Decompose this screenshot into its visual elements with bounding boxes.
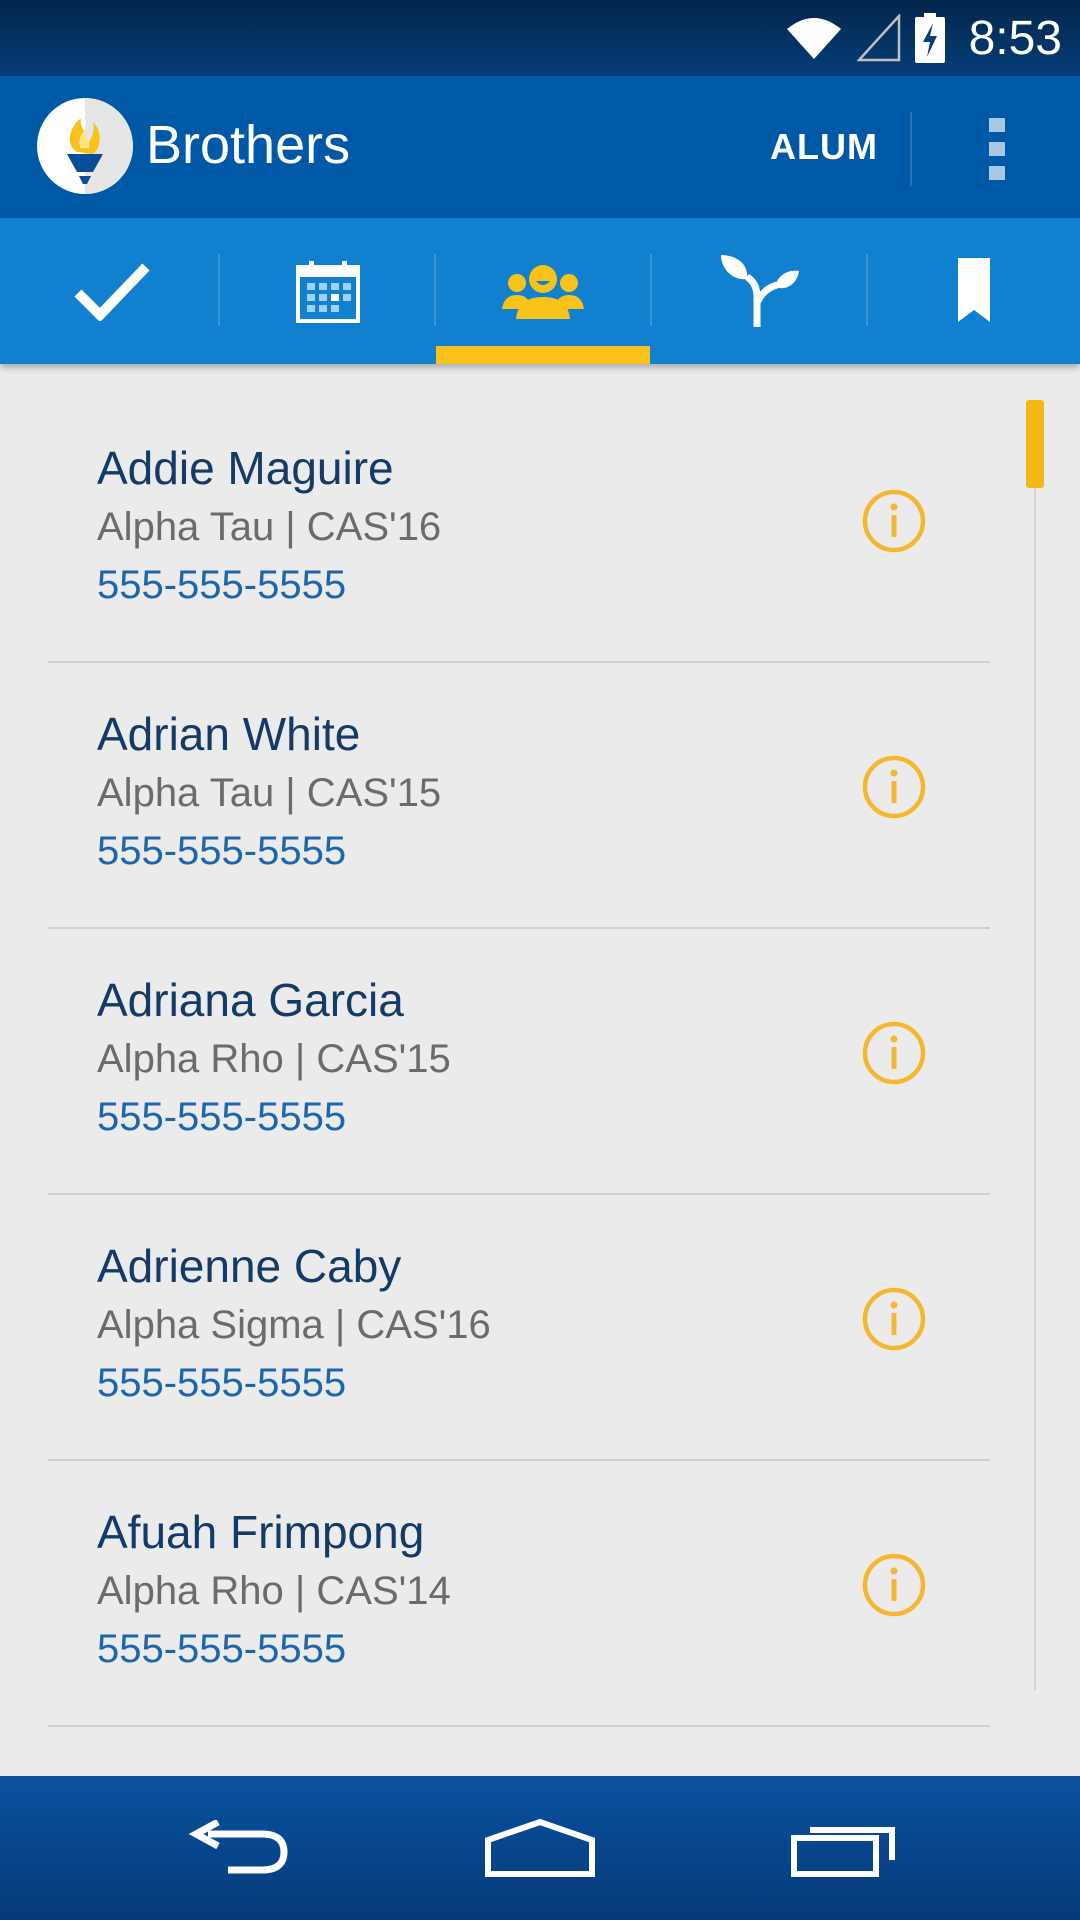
- page-title: Brothers: [146, 115, 351, 175]
- overflow-dot: [989, 142, 1005, 156]
- brother-list-item[interactable]: Adrienne Caby Alpha Sigma | CAS'16 555-555…: [0, 1195, 1030, 1461]
- brother-name: Adrian White: [97, 708, 361, 760]
- info-icon: [862, 755, 926, 819]
- people-icon: [502, 265, 584, 319]
- info-icon: [862, 1021, 926, 1085]
- scrollbar-track: [1034, 400, 1036, 1690]
- clock: 8:53: [968, 11, 1062, 65]
- tab-brothers[interactable]: [436, 218, 650, 364]
- info-button[interactable]: [862, 1021, 926, 1085]
- info-button[interactable]: [862, 489, 926, 553]
- app-bar-divider: [910, 112, 912, 186]
- info-icon: [862, 489, 926, 553]
- info-button[interactable]: [862, 755, 926, 819]
- torch-logo-icon: [67, 98, 133, 194]
- brother-chapter-class: Alpha Tau | CAS'16: [97, 505, 442, 549]
- brother-name: Adriana Garcia: [97, 974, 404, 1026]
- brothers-list: Addie Maguire Alpha Tau | CAS'16 555-555-5…: [0, 397, 1030, 1727]
- brother-name: Addie Maguire: [97, 442, 394, 494]
- brother-list-item[interactable]: Addie Maguire Alpha Tau | CAS'16 555-555-5…: [0, 397, 1030, 663]
- brother-chapter-class: Alpha Tau | CAS'15: [97, 771, 442, 815]
- battery-charging-icon: [914, 13, 945, 63]
- list-divider: [48, 1725, 990, 1727]
- overflow-menu-button[interactable]: [975, 116, 1025, 182]
- brother-phone[interactable]: 555-555-5555: [97, 563, 346, 608]
- tab-tasks[interactable]: [4, 218, 220, 364]
- info-icon: [862, 1553, 926, 1617]
- tab-bar: [0, 218, 1080, 364]
- brother-phone[interactable]: 555-555-5555: [97, 1361, 346, 1406]
- tab-bookmarks[interactable]: [868, 218, 1080, 364]
- brother-phone[interactable]: 555-555-5555: [97, 829, 346, 874]
- sprout-icon: [721, 255, 799, 327]
- app-bar: Brothers ALUM: [0, 76, 1080, 218]
- overflow-dot: [989, 166, 1005, 180]
- brother-list-item[interactable]: Adriana Garcia Alpha Rho | CAS'15 555-555-…: [0, 929, 1030, 1195]
- tab-calendar[interactable]: [220, 218, 436, 364]
- brother-chapter-class: Alpha Sigma | CAS'16: [97, 1303, 491, 1347]
- bookmark-icon: [958, 258, 990, 322]
- brother-list-item[interactable]: Afuah Frimpong Alpha Rho | CAS'14 555-555-…: [0, 1461, 1030, 1727]
- recents-icon: [791, 1827, 895, 1877]
- brother-name: Adrienne Caby: [97, 1240, 402, 1292]
- brother-phone[interactable]: 555-555-5555: [97, 1095, 346, 1140]
- brother-name: Afuah Frimpong: [97, 1506, 425, 1558]
- info-icon: [862, 1287, 926, 1351]
- brother-chapter-class: Alpha Rho | CAS'14: [97, 1569, 451, 1613]
- tab-growth[interactable]: [652, 218, 868, 364]
- cell-signal-icon: [856, 14, 900, 62]
- info-button[interactable]: [862, 1553, 926, 1617]
- overflow-dot: [989, 118, 1005, 132]
- check-icon: [74, 263, 150, 321]
- scrollbar-thumb[interactable]: [1026, 400, 1044, 488]
- system-nav-bar: [0, 1776, 1080, 1920]
- app-logo[interactable]: [37, 98, 133, 194]
- back-icon: [188, 1820, 288, 1874]
- brother-chapter-class: Alpha Rho | CAS'15: [97, 1037, 451, 1081]
- selected-tab-indicator: [436, 346, 650, 364]
- recents-button[interactable]: [774, 1806, 914, 1890]
- wifi-icon: [786, 18, 841, 59]
- brother-phone[interactable]: 555-555-5555: [97, 1627, 346, 1672]
- home-icon: [485, 1818, 595, 1877]
- brother-list-item[interactable]: Adrian White Alpha Tau | CAS'15 555-555-55…: [0, 663, 1030, 929]
- alum-button[interactable]: ALUM: [770, 126, 878, 168]
- back-button[interactable]: [170, 1806, 310, 1890]
- calendar-icon: [296, 261, 360, 323]
- status-bar: 8:53: [0, 0, 1080, 76]
- home-button[interactable]: [470, 1806, 610, 1890]
- info-button[interactable]: [862, 1287, 926, 1351]
